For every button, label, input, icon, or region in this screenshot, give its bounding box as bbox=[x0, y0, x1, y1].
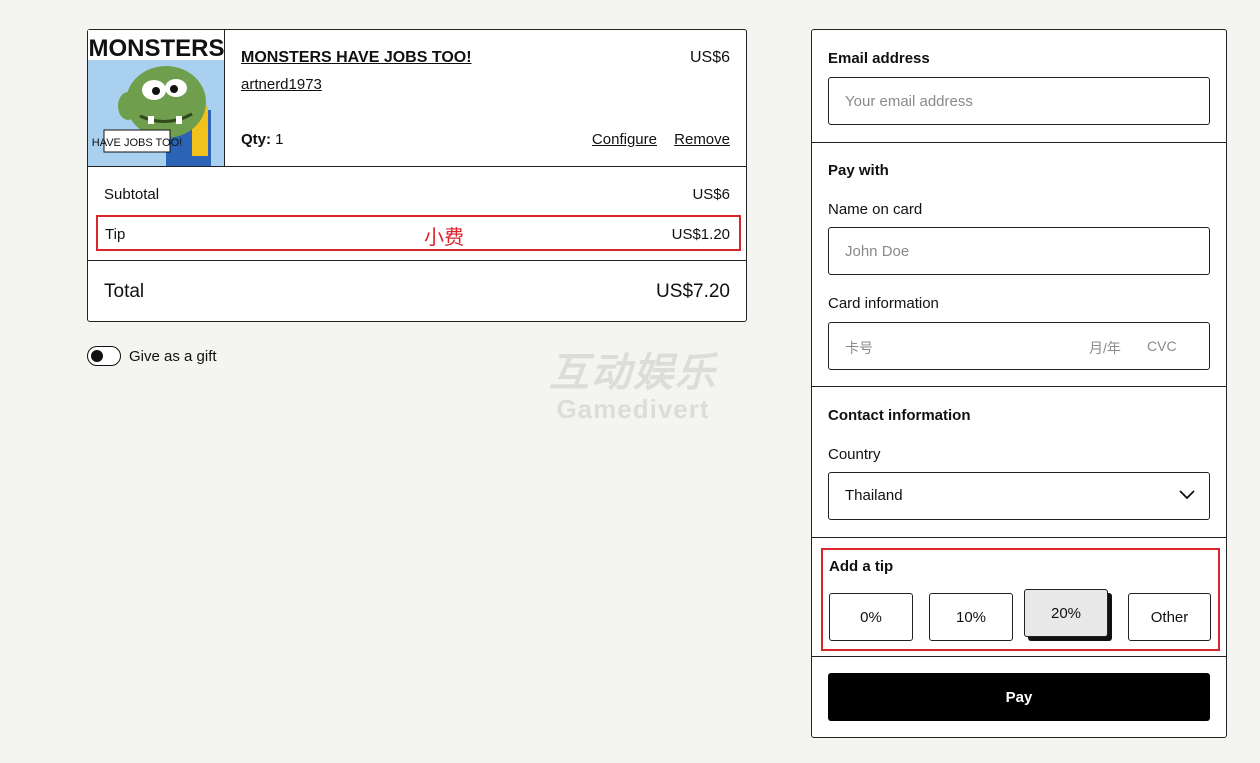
cart-summary: MONSTERS HAVE JOBS TOO! MONSTERS HAVE JO… bbox=[87, 29, 747, 322]
product-price: US$6 bbox=[689, 49, 730, 66]
country-value: Thailand bbox=[845, 487, 903, 504]
tip-option-other[interactable]: Other bbox=[1128, 593, 1211, 641]
watermark-text-cn: 互动娱乐 bbox=[549, 351, 717, 395]
remove-link[interactable]: Remove bbox=[674, 131, 730, 148]
total-value: US$7.20 bbox=[656, 281, 730, 302]
configure-link[interactable]: Configure bbox=[592, 131, 657, 148]
card-information-label: Card information bbox=[828, 295, 939, 312]
tip-option-20-selected[interactable]: 20% bbox=[1024, 589, 1108, 637]
watermark: 互动娱乐 Gamedivert bbox=[528, 340, 738, 425]
item-actions: Configure Remove bbox=[579, 131, 730, 148]
card-expiry-placeholder: 月/年 bbox=[1089, 340, 1121, 356]
pay-button[interactable]: Pay bbox=[828, 673, 1210, 721]
product-thumbnail[interactable]: MONSTERS HAVE JOBS TOO! bbox=[88, 30, 225, 166]
tip-row-highlight: Tip 小费 US$1.20 bbox=[96, 215, 741, 251]
name-on-card-input[interactable] bbox=[828, 227, 1210, 275]
product-image: MONSTERS HAVE JOBS TOO! bbox=[88, 30, 224, 166]
email-input[interactable] bbox=[828, 77, 1210, 125]
tip-option-0[interactable]: 0% bbox=[829, 593, 913, 641]
tip-label: Tip bbox=[105, 226, 126, 243]
add-tip-heading: Add a tip bbox=[829, 558, 894, 575]
watermark-text-en: Gamedivert bbox=[556, 394, 710, 424]
contact-section: Contact information Country Thailand bbox=[812, 387, 1226, 538]
country-label: Country bbox=[828, 446, 881, 463]
subtotal-row: Subtotal US$6 bbox=[104, 186, 730, 203]
pay-with-section: Pay with Name on card Card information 卡… bbox=[812, 143, 1226, 387]
tip-value: US$1.20 bbox=[671, 226, 730, 243]
chevron-down-icon bbox=[1179, 490, 1195, 500]
name-on-card-label: Name on card bbox=[828, 201, 923, 218]
email-label: Email address bbox=[828, 50, 930, 67]
cart-item: MONSTERS HAVE JOBS TOO! MONSTERS HAVE JO… bbox=[88, 30, 746, 167]
tip-annotation: 小费 bbox=[424, 225, 464, 249]
subtotal-value: US$6 bbox=[692, 186, 730, 203]
artist-link[interactable]: artnerd1973 bbox=[241, 76, 322, 93]
thumb-title-text: MONSTERS bbox=[88, 35, 224, 62]
quantity-label: Qty: bbox=[241, 131, 271, 148]
total-row: Total US$7.20 bbox=[104, 281, 730, 303]
email-section: Email address bbox=[812, 30, 1226, 143]
checkout-form: Email address Pay with Name on card Card… bbox=[811, 29, 1227, 738]
add-tip-section: Add a tip 0% 10% 20% Other bbox=[821, 548, 1220, 651]
quantity-value: 1 bbox=[275, 131, 284, 148]
gift-option: Give as a gift bbox=[87, 346, 217, 366]
card-cvc-placeholder: CVC bbox=[1147, 338, 1177, 354]
total-label: Total bbox=[104, 281, 145, 302]
card-information-input[interactable]: 卡号 月/年 CVC bbox=[828, 322, 1210, 370]
gift-label: Give as a gift bbox=[129, 347, 217, 365]
total-divider bbox=[88, 260, 746, 261]
subtotal-label: Subtotal bbox=[104, 186, 160, 203]
thumb-caption-text: HAVE JOBS TOO! bbox=[92, 137, 182, 149]
tip-option-10[interactable]: 10% bbox=[929, 593, 1013, 641]
pay-with-heading: Pay with bbox=[828, 162, 889, 179]
product-title-link[interactable]: MONSTERS HAVE JOBS TOO! bbox=[241, 49, 472, 67]
contact-heading: Contact information bbox=[828, 407, 971, 424]
gift-toggle[interactable] bbox=[87, 346, 121, 366]
card-number-placeholder: 卡号 bbox=[845, 340, 873, 356]
quantity: Qty: 1 bbox=[241, 131, 284, 148]
country-select[interactable]: Thailand bbox=[828, 472, 1210, 520]
